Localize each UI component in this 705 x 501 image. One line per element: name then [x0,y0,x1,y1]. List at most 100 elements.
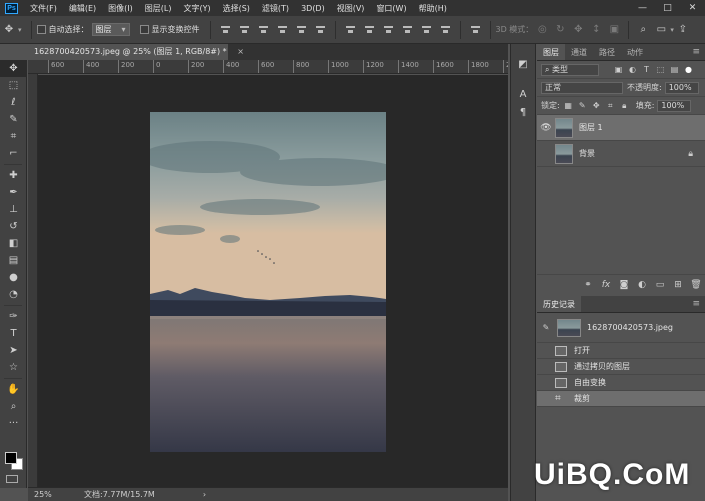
tab-layers[interactable]: 图层 [537,44,565,60]
menu-image[interactable]: 图像(I) [102,3,139,14]
eraser-tool-icon[interactable]: ◧ [0,235,27,252]
menu-select[interactable]: 选择(S) [217,3,256,14]
paragraph-panel-icon[interactable]: ¶ [511,104,535,122]
history-brush-tool-icon[interactable]: ↺ [0,218,27,235]
type-tool-icon[interactable]: T [0,325,27,342]
opacity-input[interactable]: 100% [664,81,699,94]
distribute-left-icon[interactable] [402,24,413,35]
clone-stamp-tool-icon[interactable]: ⊥ [0,201,27,218]
layer-row[interactable]: 👁︎ 图层 1 [537,115,705,141]
healing-brush-tool-icon[interactable]: ✚ [0,167,27,184]
crop-tool-icon[interactable]: ⌗ [0,128,27,145]
workspace-icon[interactable]: ▭ [652,24,670,35]
history-state[interactable]: ⌗ 裁剪 [537,391,705,407]
lock-position-icon[interactable]: ✥ [591,101,602,111]
share-icon[interactable]: ⇪ [674,24,692,35]
new-group-icon[interactable]: ▭ [651,280,669,290]
tab-paths[interactable]: 路径 [593,44,621,60]
document-tab[interactable]: 1628700420573.jpeg @ 25% (图层 1, RGB/8#) … [28,44,244,60]
eyedropper-tool-icon[interactable]: ⌐ [0,145,27,162]
menu-view[interactable]: 视图(V) [331,3,371,14]
3d-slide-icon[interactable]: ↕ [587,24,605,35]
foreground-color-swatch[interactable] [5,452,17,464]
history-state[interactable]: 打开 [537,343,705,359]
filter-shape-icon[interactable]: ⬚ [655,65,666,75]
layer-style-icon[interactable]: fx [597,280,615,290]
3d-scale-icon[interactable]: ▣ [605,24,623,35]
chevron-down-icon[interactable]: ▾ [18,26,22,34]
align-top-icon[interactable] [220,24,231,35]
link-layers-icon[interactable]: ⚭ [579,280,597,290]
align-bottom-icon[interactable] [258,24,269,35]
align-right-icon[interactable] [315,24,326,35]
delete-layer-icon[interactable]: 🗑︎ [687,280,705,290]
status-menu-arrow-icon[interactable]: › [203,490,206,499]
hand-tool-icon[interactable]: ✋ [0,381,27,398]
shape-tool-icon[interactable]: ☆ [0,359,27,376]
move-tool-icon[interactable]: ✥ [0,60,27,77]
menu-edit[interactable]: 编辑(E) [63,3,102,14]
path-select-tool-icon[interactable]: ➤ [0,342,27,359]
layer-comps-icon[interactable]: ◩ [511,56,535,74]
tab-channels[interactable]: 通道 [565,44,593,60]
filter-pixel-icon[interactable]: ▣ [613,65,624,75]
history-state[interactable]: 通过拷贝的图层 [537,359,705,375]
auto-select-target-select[interactable]: 图层 ▾ [91,23,130,36]
history-snapshot[interactable]: ✎ 1628700420573.jpeg [537,313,705,343]
filter-smart-object-icon[interactable]: ▤ [669,65,680,75]
filter-toggle-icon[interactable]: ● [683,65,694,75]
align-left-icon[interactable] [277,24,288,35]
lock-artboard-icon[interactable]: ⌗ [605,101,616,111]
zoom-level[interactable]: 25% [28,490,56,499]
menu-file[interactable]: 文件(F) [24,3,63,14]
layer-filter-select[interactable]: ⌕ 类型 [541,63,599,76]
history-brush-source-icon[interactable]: ✎ [537,323,555,332]
brush-tool-icon[interactable]: ✒ [0,184,27,201]
layer-row[interactable]: 背景 🔒︎ [537,141,705,167]
align-vcenter-icon[interactable] [239,24,250,35]
panel-menu-icon[interactable]: ≡ [692,44,705,60]
align-hcenter-icon[interactable] [296,24,307,35]
lock-pixels-icon[interactable]: ✎ [577,101,588,111]
close-window-button[interactable]: ✕ [680,0,705,16]
move-tool-preset-icon[interactable]: ✥ [0,24,18,35]
3d-orbit-icon[interactable]: ◎ [533,24,551,35]
auto-select-checkbox[interactable] [36,25,46,34]
gradient-tool-icon[interactable]: ▤ [0,252,27,269]
auto-align-icon[interactable] [470,24,481,35]
menu-window[interactable]: 窗口(W) [370,3,412,14]
quick-mask-icon[interactable] [6,475,18,483]
distribute-bottom-icon[interactable] [383,24,394,35]
new-layer-icon[interactable]: ⊞ [669,280,687,290]
3d-pan-icon[interactable]: ✥ [569,24,587,35]
marquee-tool-icon[interactable]: ⬚ [0,77,27,94]
adjustment-layer-icon[interactable]: ◐ [633,280,651,290]
distribute-top-icon[interactable] [345,24,356,35]
filter-type-icon[interactable]: T [641,65,652,75]
zoom-tool-icon[interactable]: ⌕ [0,398,27,415]
tab-actions[interactable]: 动作 [621,44,649,60]
close-icon[interactable]: × [237,47,244,56]
quick-select-tool-icon[interactable]: ✎ [0,111,27,128]
filter-adjustment-icon[interactable]: ◐ [627,65,638,75]
document-image[interactable] [150,112,386,452]
visibility-eye-icon[interactable]: 👁︎ [537,123,555,133]
fill-input[interactable]: 100% [657,99,692,112]
minimize-button[interactable]: — [630,0,655,16]
lock-all-icon[interactable]: 🔒︎ [619,101,630,111]
maximize-button[interactable]: □ [655,0,680,16]
menu-filter[interactable]: 滤镜(T) [256,3,295,14]
lock-transparent-icon[interactable]: ▦ [563,101,574,111]
show-transform-checkbox[interactable] [139,25,149,34]
distribute-hcenter-icon[interactable] [421,24,432,35]
menu-type[interactable]: 文字(Y) [177,3,216,14]
blend-mode-select[interactable]: 正常 [541,81,623,94]
character-panel-icon[interactable]: A [511,86,535,104]
search-icon[interactable]: ⌕ [634,24,652,35]
lasso-tool-icon[interactable]: ℓ [0,94,27,111]
panel-menu-icon[interactable]: ≡ [692,296,705,312]
blur-tool-icon[interactable]: ● [0,269,27,286]
3d-roll-icon[interactable]: ↻ [551,24,569,35]
more-tools-icon[interactable]: ··· [0,415,27,432]
distribute-vcenter-icon[interactable] [364,24,375,35]
